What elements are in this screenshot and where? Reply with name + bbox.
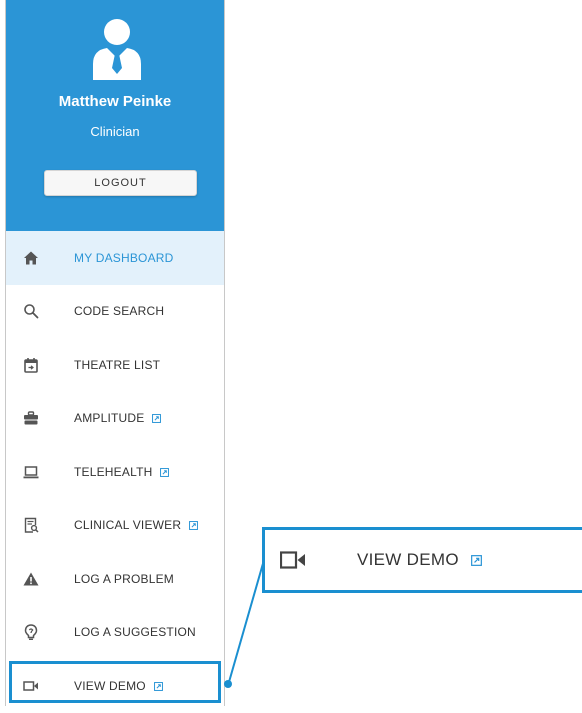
external-link-icon	[152, 414, 162, 424]
nav-item-label: AMPLITUDE	[74, 411, 162, 425]
sidebar: Matthew Peinke Clinician LOGOUT MY DASHB…	[5, 0, 225, 706]
nav-item-label: TELEHEALTH	[74, 465, 170, 479]
nav-item-log-a-suggestion[interactable]: LOG A SUGGESTION	[6, 606, 224, 660]
user-role: Clinician	[90, 124, 140, 139]
nav-item-my-dashboard[interactable]: MY DASHBOARD	[6, 231, 224, 285]
home-icon	[24, 251, 38, 265]
callout-label: VIEW DEMO	[357, 550, 482, 570]
document-search-icon	[24, 518, 39, 533]
laptop-icon	[23, 466, 39, 479]
nav-item-log-a-problem[interactable]: LOG A PROBLEM	[6, 552, 224, 606]
nav-item-label: CODE SEARCH	[74, 304, 165, 319]
nav-item-label: CLINICAL VIEWER	[74, 518, 199, 532]
user-avatar-icon	[93, 19, 141, 80]
nav-item-amplitude[interactable]: AMPLITUDE	[6, 392, 224, 446]
nav-item-clinical-viewer[interactable]: CLINICAL VIEWER	[6, 499, 224, 553]
nav-item-label: THEATRE LIST	[74, 357, 161, 372]
external-link-icon	[470, 555, 482, 566]
view-demo-callout[interactable]: VIEW DEMO	[262, 527, 582, 593]
user-name: Matthew Peinke	[58, 93, 172, 110]
search-icon	[24, 304, 39, 319]
profile-panel: Matthew Peinke Clinician LOGOUT	[6, 0, 224, 232]
lightbulb-icon	[24, 624, 38, 641]
view-demo-highlight-box	[9, 661, 221, 703]
nav-menu: MY DASHBOARD CODE SEARCH THEATRE LIST AM…	[6, 231, 224, 713]
nav-item-label: MY DASHBOARD	[74, 250, 174, 265]
nav-item-telehealth[interactable]: TELEHEALTH	[6, 445, 224, 499]
nav-item-label: LOG A SUGGESTION	[74, 625, 196, 640]
nav-item-label: LOG A PROBLEM	[74, 571, 174, 586]
calendar-icon	[24, 357, 38, 373]
external-link-icon	[160, 467, 170, 477]
warning-icon	[23, 572, 39, 586]
nav-item-code-search[interactable]: CODE SEARCH	[6, 285, 224, 339]
external-link-icon	[189, 521, 199, 531]
nav-item-theatre-list[interactable]: THEATRE LIST	[6, 338, 224, 392]
video-camera-icon	[280, 551, 305, 569]
briefcase-icon	[24, 411, 38, 425]
logout-button[interactable]: LOGOUT	[44, 170, 197, 196]
